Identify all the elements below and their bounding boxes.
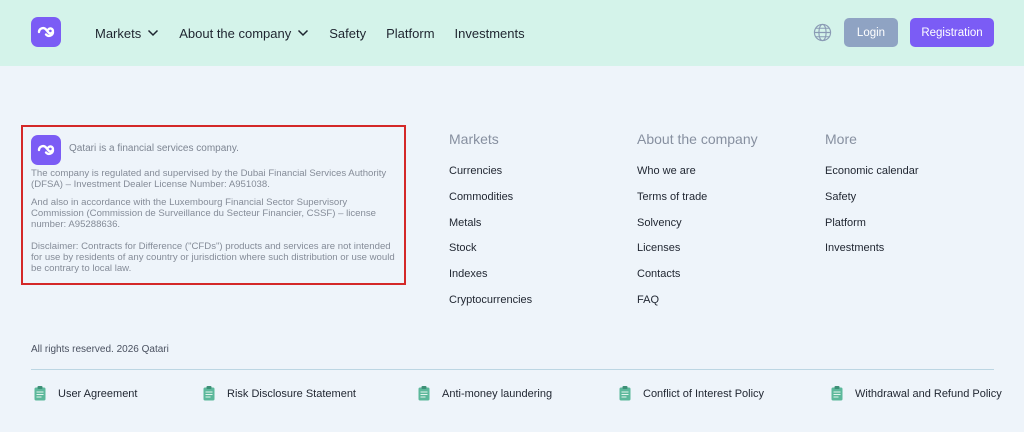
document-icon: [831, 386, 843, 401]
company-tagline: Qatari is a financial services company.: [69, 143, 239, 154]
nav-platform[interactable]: Platform: [386, 26, 434, 41]
brand-logo-icon[interactable]: [31, 17, 61, 47]
doc-link-label: Withdrawal and Refund Policy: [855, 387, 1002, 400]
footer-link-who-we-are[interactable]: Who we are: [637, 164, 758, 190]
cssf-text: And also in accordance with the Luxembou…: [31, 197, 376, 230]
document-icon: [203, 386, 215, 401]
disclaimer-text: Disclaimer: Contracts for Difference ("C…: [31, 241, 395, 274]
doc-link-conflict-of-interest[interactable]: Conflict of Interest Policy: [619, 386, 764, 401]
nav-safety-label: Safety: [329, 25, 367, 41]
company-info-box: Qatari is a financial services company. …: [21, 125, 406, 285]
chevron-down-icon: [148, 29, 159, 37]
nav-about-company-label: About the company: [179, 25, 292, 41]
nav-investments[interactable]: Investments: [455, 26, 525, 41]
footer-link-indexes[interactable]: Indexes: [449, 267, 532, 293]
nav-investments-label: Investments: [454, 25, 525, 41]
doc-link-label: Risk Disclosure Statement: [227, 387, 356, 400]
doc-link-label: Anti-money laundering: [442, 387, 553, 400]
footer-link-platform[interactable]: Platform: [825, 216, 919, 242]
footer-link-metals[interactable]: Metals: [449, 216, 532, 242]
regulation-text: The company is regulated and supervised …: [31, 168, 387, 190]
doc-link-label: User Agreement: [58, 387, 138, 400]
column-title: Markets: [449, 131, 499, 147]
footer-link-economic-calendar[interactable]: Economic calendar: [825, 164, 919, 190]
nav-platform-label: Platform: [386, 25, 435, 41]
brand-logo-icon: [31, 135, 61, 165]
doc-link-label: Conflict of Interest Policy: [643, 387, 765, 400]
footer-link-solvency[interactable]: Solvency: [637, 216, 758, 242]
footer-link-terms-of-trade[interactable]: Terms of trade: [637, 190, 758, 216]
footer-link-cryptocurrencies[interactable]: Cryptocurrencies: [449, 293, 532, 319]
nav-about-company[interactable]: About the company: [179, 26, 309, 41]
footer-column-about: About the company Who we are Terms of tr…: [637, 131, 758, 319]
document-icon: [619, 386, 631, 401]
document-icon: [418, 386, 430, 401]
nav-markets[interactable]: Markets: [95, 26, 159, 41]
footer-link-safety[interactable]: Safety: [825, 190, 919, 216]
footer-link-contacts[interactable]: Contacts: [637, 267, 758, 293]
doc-link-user-agreement[interactable]: User Agreement: [34, 386, 137, 401]
login-button[interactable]: Login: [844, 18, 898, 47]
footer-link-commodities[interactable]: Commodities: [449, 190, 532, 216]
main-nav: Markets About the company Safety Platfor…: [95, 0, 545, 66]
registration-button[interactable]: Registration: [910, 18, 994, 47]
globe-icon[interactable]: [813, 23, 832, 42]
column-title: More: [825, 131, 857, 147]
nav-markets-label: Markets: [95, 25, 142, 41]
footer-divider: [31, 369, 994, 370]
footer-link-investments[interactable]: Investments: [825, 241, 919, 267]
nav-safety[interactable]: Safety: [329, 26, 366, 41]
site-header: Markets About the company Safety Platfor…: [0, 0, 1024, 66]
chevron-down-icon: [298, 29, 309, 37]
copyright-text: All rights reserved. 2026 Qatari: [31, 344, 169, 355]
footer-link-licenses[interactable]: Licenses: [637, 241, 758, 267]
footer-column-markets: Markets Currencies Commodities Metals St…: [449, 131, 532, 319]
document-icon: [34, 386, 46, 401]
doc-link-risk-disclosure[interactable]: Risk Disclosure Statement: [203, 386, 356, 401]
doc-link-withdrawal-refund[interactable]: Withdrawal and Refund Policy: [831, 386, 1002, 401]
column-title: About the company: [637, 131, 758, 147]
doc-link-anti-money-laundering[interactable]: Anti-money laundering: [418, 386, 552, 401]
footer-link-currencies[interactable]: Currencies: [449, 164, 532, 190]
footer-link-faq[interactable]: FAQ: [637, 293, 758, 319]
footer-link-stock[interactable]: Stock: [449, 241, 532, 267]
footer-column-more: More Economic calendar Safety Platform I…: [825, 131, 919, 267]
